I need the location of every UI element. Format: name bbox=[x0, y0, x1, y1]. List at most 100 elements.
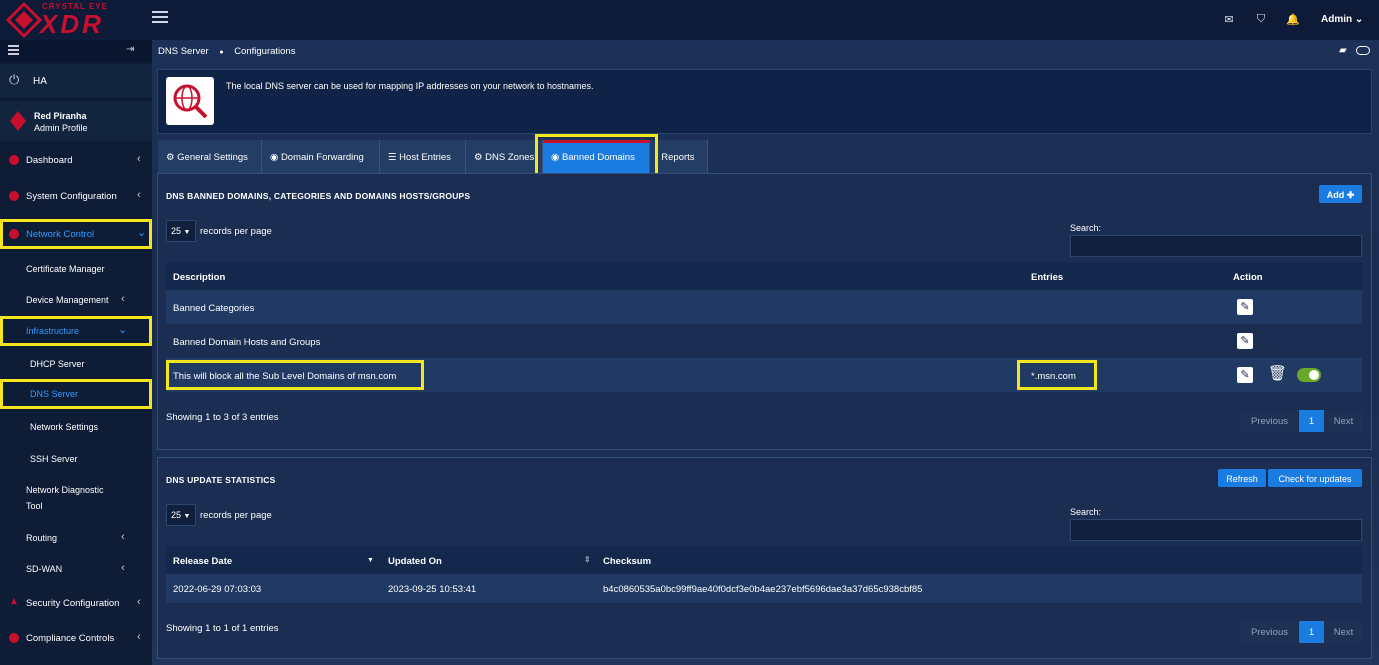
breadcrumb-separator-icon: ● bbox=[219, 49, 224, 56]
sidebar-item-dhcp-server[interactable]: DHCP Server bbox=[0, 348, 152, 382]
sidebar-item-certificate-manager[interactable]: Certificate Manager bbox=[0, 253, 152, 287]
banned-showing-info: Showing 1 to 3 of 3 entries bbox=[166, 412, 279, 423]
sidebar-item-routing[interactable]: Routing ‹ bbox=[0, 522, 152, 556]
edit-icon[interactable]: ✎ bbox=[1237, 299, 1253, 315]
col-description[interactable]: Description bbox=[173, 272, 225, 283]
tab-dns-zones[interactable]: ⚙ DNS Zones bbox=[466, 140, 543, 173]
tab-host-entries[interactable]: ☰ Host Entries bbox=[380, 140, 466, 173]
dns-globe-icon bbox=[166, 77, 214, 125]
chevron-down-icon: ⌄ bbox=[1354, 14, 1364, 25]
sidebar-item-device-management[interactable]: Device Management ‹ bbox=[0, 284, 152, 318]
sidebar-item-network-control[interactable]: Network Control ⌄ bbox=[0, 219, 152, 249]
refresh-button[interactable]: Refresh bbox=[1218, 469, 1266, 487]
next-button[interactable]: Next bbox=[1325, 410, 1362, 432]
gear-icon: ⚙ bbox=[474, 152, 483, 163]
sidebar-item-compliance-controls[interactable]: Compliance Controls ‹ bbox=[0, 622, 152, 656]
previous-button[interactable]: Previous bbox=[1241, 410, 1298, 432]
edit-icon[interactable]: ✎ bbox=[1237, 333, 1253, 349]
stats-previous-button[interactable]: Previous bbox=[1241, 621, 1298, 643]
ha-row[interactable]: ⏻ HA bbox=[0, 64, 152, 98]
table-row: Banned Domain Hosts and Groups ✎ bbox=[166, 324, 1362, 358]
chevron-left-icon: ‹ bbox=[137, 153, 141, 165]
sort-desc-icon[interactable]: ▼ bbox=[367, 557, 374, 564]
profile-sub: Admin Profile bbox=[34, 123, 88, 133]
col-updated-on[interactable]: Updated On bbox=[388, 556, 442, 567]
row-description: Banned Categories bbox=[173, 303, 255, 314]
tab-general-settings[interactable]: ⚙ General Settings bbox=[158, 140, 262, 173]
stats-page-1-button[interactable]: 1 bbox=[1299, 621, 1324, 643]
sidebar-item-sd-wan[interactable]: SD-WAN ‹ bbox=[0, 553, 152, 587]
sort-icon[interactable]: ⇕ bbox=[584, 555, 591, 564]
chevron-left-icon: ‹ bbox=[121, 531, 125, 543]
stats-records-per-page-label: records per page bbox=[200, 510, 272, 521]
chevron-left-icon: ‹ bbox=[121, 562, 125, 574]
chevron-down-icon: ⌄ bbox=[137, 227, 147, 239]
book-icon[interactable]: ▰ bbox=[1339, 45, 1347, 56]
sidebar-item-dns-server[interactable]: DNS Server bbox=[0, 379, 152, 409]
ha-label: HA bbox=[33, 76, 47, 87]
enable-toggle[interactable] bbox=[1297, 368, 1321, 382]
gears-icon: ⚙ bbox=[166, 152, 175, 163]
add-button[interactable]: Add ✚ bbox=[1319, 185, 1362, 203]
trash-icon[interactable]: 🗑 bbox=[1268, 364, 1287, 382]
tab-domain-forwarding[interactable]: ◉ Domain Forwarding bbox=[262, 140, 380, 173]
search-input[interactable] bbox=[1070, 235, 1362, 257]
breadcrumb-dns-server[interactable]: DNS Server bbox=[158, 46, 209, 57]
stats-search-input[interactable] bbox=[1070, 519, 1362, 541]
tab-banned-domains[interactable]: ◉ Banned Domains bbox=[543, 140, 650, 173]
sidebar-item-network-diagnostic-tool[interactable]: Network Diagnostic Tool bbox=[0, 474, 152, 511]
info-text: The local DNS server can be used for map… bbox=[226, 81, 594, 91]
exclamation-icon: ! bbox=[656, 152, 659, 163]
stats-title: DNS UPDATE STATISTICS bbox=[166, 475, 276, 485]
row-updated-on: 2023-09-25 10:53:41 bbox=[388, 584, 477, 595]
stats-records-per-page-select[interactable]: 25 ▼ bbox=[166, 504, 196, 526]
top-bar bbox=[0, 0, 1379, 40]
table-row: Banned Categories ✎ bbox=[166, 290, 1362, 324]
check-for-updates-button[interactable]: Check for updates bbox=[1268, 469, 1362, 487]
page-1-button[interactable]: 1 bbox=[1299, 410, 1324, 432]
sidebar-item-security-configuration[interactable]: ▲ Security Configuration ‹ bbox=[0, 587, 152, 621]
col-checksum[interactable]: Checksum bbox=[603, 556, 651, 567]
profile-card[interactable]: Red Piranha Admin Profile bbox=[0, 101, 152, 141]
tab-reports[interactable]: ! Reports bbox=[650, 140, 708, 173]
stats-table-header: Release Date ▼ Updated On ⇕ Checksum bbox=[166, 546, 1362, 574]
chevron-left-icon: ‹ bbox=[137, 596, 141, 608]
row-description: This will block all the Sub Level Domain… bbox=[173, 371, 397, 382]
row-checksum: b4c0860535a0bc99ff9ae40f0dcf3e0b4ae237eb… bbox=[603, 584, 923, 595]
edit-icon[interactable]: ✎ bbox=[1237, 367, 1253, 383]
power-icon: ⏻ bbox=[9, 72, 20, 87]
records-per-page-select[interactable]: 25 ▼ bbox=[166, 220, 196, 242]
banned-domains-title: DNS BANNED DOMAINS, CATEGORIES AND DOMAI… bbox=[166, 191, 471, 201]
col-entries[interactable]: Entries bbox=[1031, 272, 1063, 283]
toggle-theme-icon[interactable] bbox=[1356, 46, 1370, 55]
sidebar-item-dashboard[interactable]: Dashboard ‹ bbox=[0, 144, 152, 178]
bell-icon[interactable]: 🔔 bbox=[1286, 13, 1300, 27]
brand-big: XDR bbox=[40, 9, 104, 39]
sidebar-menu-icon[interactable] bbox=[8, 45, 19, 55]
sidebar-item-system-configuration[interactable]: System Configuration ‹ bbox=[0, 180, 152, 214]
sidebar-item-infrastructure[interactable]: Infrastructure ⌄ bbox=[0, 316, 152, 346]
row-description: Banned Domain Hosts and Groups bbox=[173, 337, 321, 348]
logo-icon bbox=[6, 2, 42, 38]
sidebar-item-network-settings[interactable]: Network Settings bbox=[0, 411, 152, 445]
profile-name: Red Piranha bbox=[34, 111, 87, 121]
shield-icon[interactable]: ⛉ bbox=[1254, 13, 1268, 27]
sidebar-item-ssh-server[interactable]: SSH Server bbox=[0, 443, 152, 477]
caret-down-icon: ▼ bbox=[183, 229, 191, 236]
chevron-down-icon: ⌄ bbox=[118, 324, 128, 336]
admin-menu[interactable]: Admin ⌄ bbox=[1321, 14, 1363, 25]
gear-icon bbox=[9, 191, 19, 201]
menu-icon[interactable] bbox=[152, 11, 168, 25]
globe-icon: ◉ bbox=[551, 152, 560, 163]
chevron-left-icon: ‹ bbox=[121, 293, 125, 305]
row-entries: *.msn.com bbox=[1031, 371, 1076, 382]
sidebar-toolbar: ⇥ bbox=[0, 40, 152, 62]
list-icon: ☰ bbox=[388, 152, 397, 163]
stats-next-button[interactable]: Next bbox=[1325, 621, 1362, 643]
dashboard-icon bbox=[9, 155, 19, 165]
col-action: Action bbox=[1233, 272, 1263, 283]
mail-icon[interactable]: ✉ bbox=[1222, 13, 1236, 27]
col-release-date[interactable]: Release Date bbox=[173, 556, 232, 567]
chevron-left-icon: ‹ bbox=[137, 631, 141, 643]
logout-icon[interactable]: ⇥ bbox=[126, 44, 134, 55]
